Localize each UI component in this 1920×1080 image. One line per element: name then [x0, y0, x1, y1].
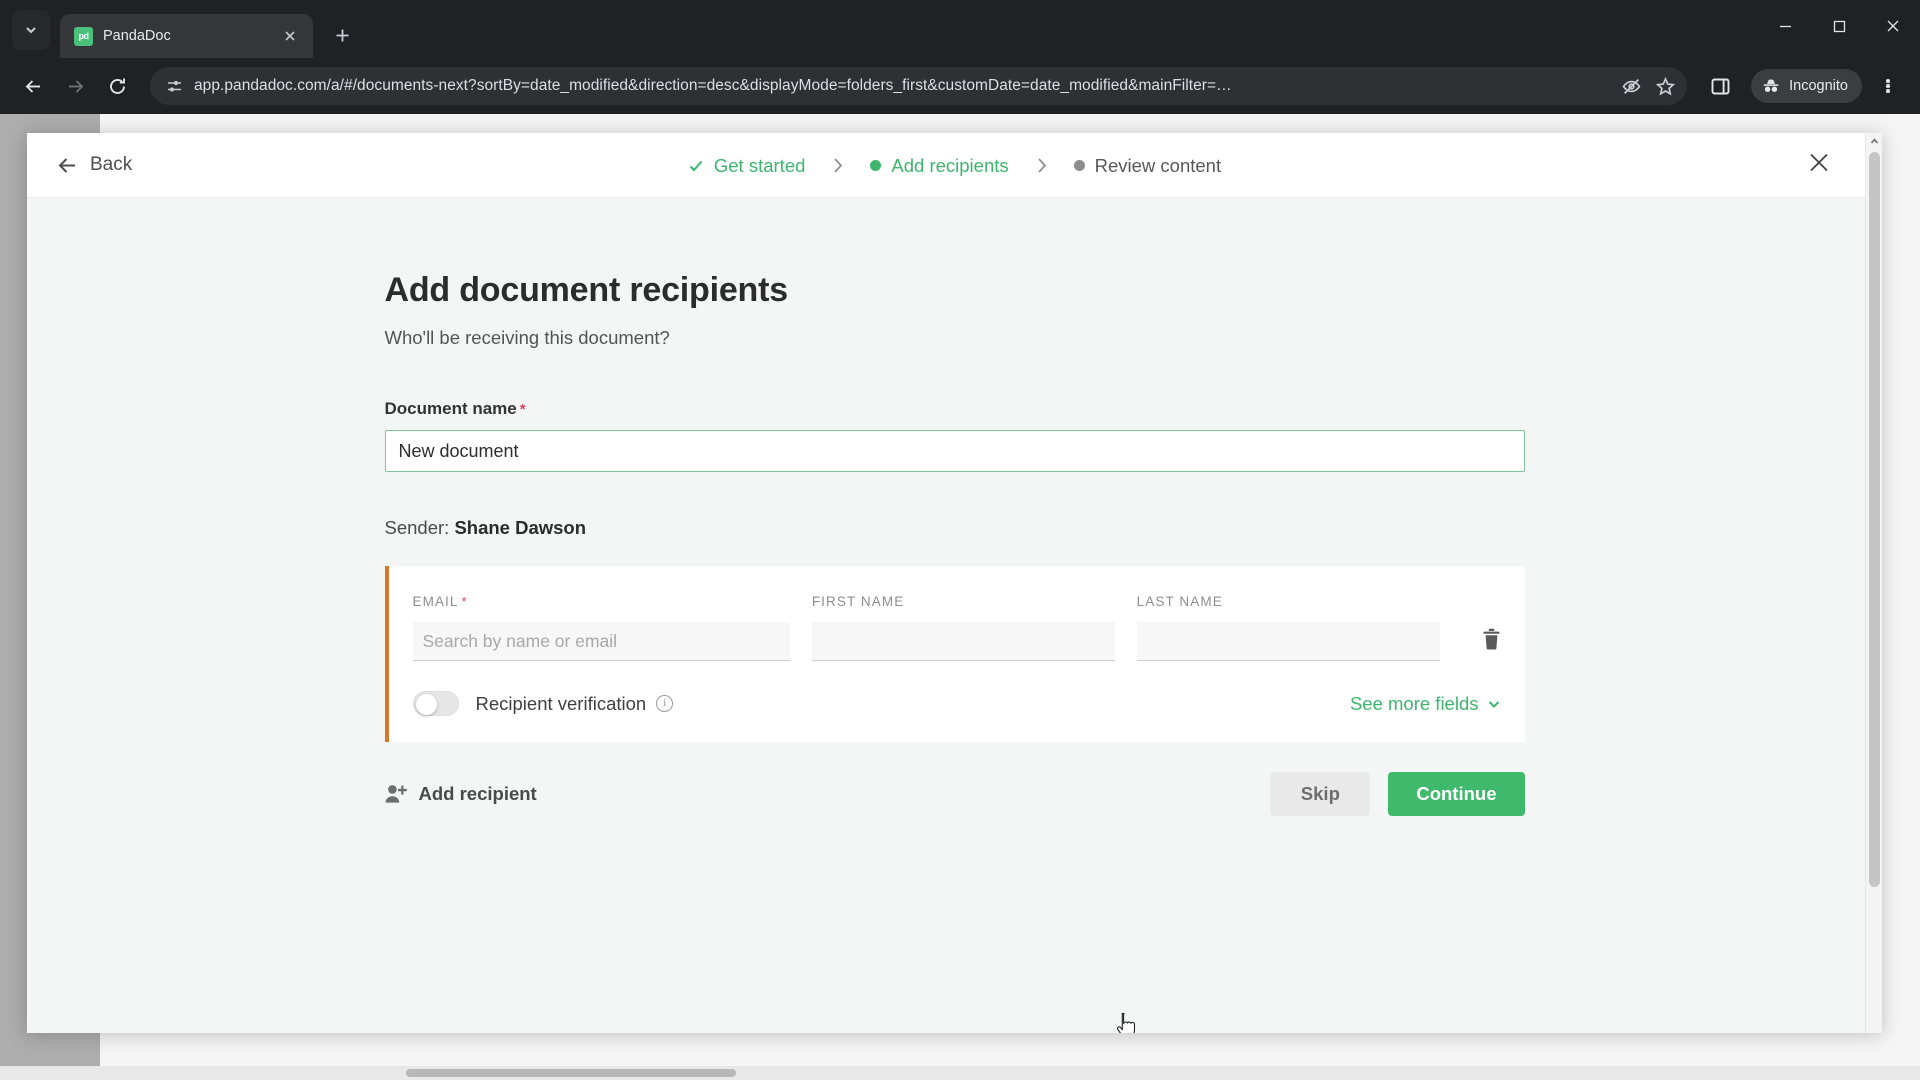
window-controls [1758, 0, 1920, 52]
browser-tab[interactable]: pd PandaDoc [60, 14, 313, 58]
last-name-input[interactable] [1136, 622, 1440, 661]
required-asterisk: * [519, 401, 526, 418]
browser-menu-kebab-icon[interactable] [1870, 68, 1906, 104]
nav-back-arrow-left-icon[interactable] [14, 67, 52, 105]
minimize-icon[interactable] [1758, 0, 1812, 52]
add-recipient-label: Add recipient [418, 783, 537, 804]
page-viewport: Back Get started Add recipients Review c… [0, 114, 1920, 1080]
address-bar[interactable]: app.pandadoc.com/a/#/documents-next?sort… [150, 67, 1688, 105]
scrollbar-thumb[interactable] [1869, 152, 1880, 887]
recipient-card: EMAIL * Search by name or email FIRST NAM… [384, 566, 1525, 742]
url-text: app.pandadoc.com/a/#/documents-next?sort… [194, 77, 1232, 94]
new-tab-plus-icon[interactable] [325, 18, 359, 52]
step-label: Get started [713, 154, 806, 176]
recipient-fields-row: EMAIL * Search by name or email FIRST NAM… [389, 594, 1525, 661]
scroll-up-arrow-icon[interactable] [1866, 133, 1882, 150]
recipient-verification-label: Recipient verification [475, 692, 647, 714]
step-add-recipients[interactable]: Add recipients [870, 154, 1009, 177]
pandadoc-favicon-icon: pd [74, 26, 93, 46]
incognito-icon [1763, 79, 1779, 92]
close-modal-icon[interactable] [1808, 152, 1830, 179]
page-subtitle: Who'll be receiving this document? [384, 327, 670, 348]
modal-content: Add document recipients Who'll be receiv… [384, 198, 1525, 742]
close-tab-icon[interactable] [279, 25, 301, 47]
chevron-down-icon [1488, 700, 1499, 708]
email-label-text: EMAIL [412, 594, 459, 609]
required-asterisk: * [461, 594, 468, 609]
see-more-fields-button[interactable]: See more fields [1350, 693, 1501, 715]
see-more-fields-label: See more fields [1349, 692, 1479, 714]
last-name-label: LAST NAME [1136, 594, 1223, 609]
first-name-input[interactable] [811, 622, 1115, 661]
add-recipients-modal: Back Get started Add recipients Review c… [27, 133, 1882, 1033]
step-label: Add recipients [891, 154, 1009, 176]
omnibox-actions [1615, 70, 1681, 102]
modal-actions: Add recipient Skip Continue [385, 772, 1525, 816]
skip-label: Skip [1300, 783, 1340, 804]
incognito-indicator[interactable]: Incognito [1751, 69, 1862, 103]
recipient-verification-toggle[interactable] [412, 691, 459, 716]
tracking-protection-eye-off-icon[interactable] [1615, 70, 1647, 102]
step-get-started[interactable]: Get started [688, 154, 806, 177]
modal-body: Add document recipients Who'll be receiv… [27, 198, 1882, 1033]
reload-icon[interactable] [98, 67, 136, 105]
step-separator-chevron-right-icon [1035, 157, 1048, 174]
document-name-value: New document [398, 440, 519, 461]
continue-button[interactable]: Continue [1388, 772, 1525, 816]
close-window-icon[interactable] [1866, 0, 1920, 52]
page-horizontal-scrollbar[interactable] [0, 1066, 1920, 1080]
modal-scrollbar[interactable] [1865, 133, 1882, 1033]
first-name-label: FIRST NAME [811, 594, 905, 609]
modal-header: Back Get started Add recipients Review c… [27, 133, 1882, 198]
side-panel-icon[interactable] [1701, 67, 1739, 105]
sender-prefix: Sender: [384, 517, 450, 538]
recipient-card-footer: Recipient verification i See more fields [389, 661, 1525, 742]
step-dot-icon [1073, 160, 1085, 171]
step-separator-chevron-right-icon [831, 157, 844, 174]
maximize-icon[interactable] [1812, 0, 1866, 52]
tab-title: PandaDoc [103, 28, 171, 44]
continue-label: Continue [1416, 783, 1497, 804]
toggle-knob [415, 694, 437, 715]
sender-name: Shane Dawson [454, 517, 587, 538]
document-name-label: Document name * [385, 399, 1525, 419]
browser-toolbar: app.pandadoc.com/a/#/documents-next?sort… [0, 58, 1920, 114]
add-recipient-button[interactable]: Add recipient [385, 783, 537, 805]
info-glyph: i [663, 697, 667, 709]
page-title: Add document recipients [384, 271, 789, 309]
email-placeholder: Search by name or email [422, 630, 618, 651]
browser-window: pd PandaDoc app.pandadoc.com/a/#/documen… [0, 0, 1920, 1080]
arrow-left-icon [58, 157, 75, 173]
favicon-text: pd [78, 31, 90, 41]
tab-strip: pd PandaDoc [0, 0, 1920, 58]
bookmark-star-icon[interactable] [1649, 70, 1681, 102]
skip-button[interactable]: Skip [1270, 772, 1371, 816]
step-review-content[interactable]: Review content [1073, 154, 1222, 177]
document-name-label-text: Document name [384, 399, 517, 418]
recipient-email-field: EMAIL * Search by name or email [412, 594, 790, 661]
sender-line: Sender: Shane Dawson [385, 517, 1525, 539]
wizard-stepper: Get started Add recipients Review conten… [27, 133, 1882, 198]
info-icon[interactable]: i [656, 695, 674, 712]
incognito-label: Incognito [1789, 78, 1848, 94]
check-icon [688, 158, 704, 174]
delete-recipient-trash-icon[interactable] [1482, 628, 1501, 655]
email-input[interactable]: Search by name or email [412, 622, 790, 661]
mouse-cursor [1116, 1012, 1136, 1033]
user-plus-icon [385, 785, 407, 803]
primary-actions: Skip Continue [1270, 772, 1525, 816]
step-label: Review content [1094, 154, 1222, 176]
email-label: EMAIL * [413, 594, 790, 609]
back-label: Back [90, 154, 133, 175]
hscrollbar-thumb[interactable] [406, 1069, 736, 1077]
recipient-last-name-field: LAST NAME [1136, 594, 1440, 661]
tab-search-chevron-down-icon[interactable] [12, 10, 50, 50]
recipient-first-name-field: FIRST NAME [811, 594, 1115, 661]
step-dot-icon [870, 160, 882, 171]
nav-forward-arrow-right-icon[interactable] [56, 67, 94, 105]
site-settings-tune-icon[interactable] [164, 76, 184, 96]
back-button[interactable]: Back [57, 154, 132, 176]
document-name-input[interactable]: New document [384, 430, 1525, 472]
